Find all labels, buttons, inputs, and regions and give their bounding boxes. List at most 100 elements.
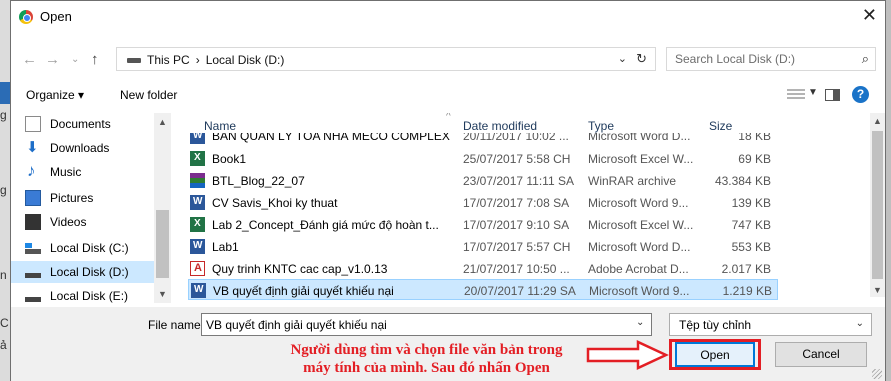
column-header-type[interactable]: Type — [588, 119, 614, 133]
close-icon[interactable]: ✕ — [862, 5, 877, 26]
background-text: n — [0, 268, 7, 282]
view-chevron-down-icon[interactable]: ▼ — [808, 87, 818, 98]
excel-file-icon — [190, 151, 205, 166]
file-size: 139 KB — [731, 196, 771, 210]
file-type-value: Tệp tùy chỉnh — [679, 318, 752, 332]
refresh-icon[interactable]: ↻ — [636, 51, 647, 67]
file-name: Lab1 — [212, 240, 239, 254]
file-date: 25/07/2017 5:58 CH — [463, 152, 571, 166]
column-header-name[interactable]: Name — [204, 119, 236, 133]
breadcrumb: This PC › Local Disk (D:) — [147, 53, 290, 67]
file-row[interactable]: CV Savis_Khoi ky thuat 17/07/2017 7:08 S… — [188, 192, 778, 213]
file-name: VB quyết định giải quyết khiếu nại — [213, 284, 394, 298]
help-icon[interactable]: ? — [852, 86, 869, 103]
scroll-down-icon[interactable]: ▼ — [158, 289, 167, 299]
scroll-up-icon[interactable]: ▲ — [158, 117, 167, 127]
file-name: Quy trinh KNTC cac cap_v1.0.13 — [212, 262, 388, 276]
scroll-down-icon[interactable]: ▼ — [873, 285, 882, 295]
back-arrow-icon[interactable]: ← — [22, 51, 37, 68]
title-bar[interactable]: Open ✕ — [11, 1, 885, 31]
scrollbar-thumb[interactable] — [872, 131, 883, 279]
chevron-down-icon[interactable]: ⌄ — [636, 317, 644, 328]
breadcrumb-local-disk-d[interactable]: Local Disk (D:) — [206, 53, 285, 67]
file-date: 20/11/2017 10:02 ... — [463, 133, 569, 143]
file-date: 20/07/2017 11:29 SA — [464, 284, 576, 298]
up-arrow-icon[interactable]: ↑ — [91, 51, 99, 68]
annotation-arrow — [586, 340, 669, 370]
file-size: 747 KB — [731, 218, 771, 232]
background-text: g — [0, 108, 7, 122]
drive-icon — [25, 264, 41, 280]
open-dialog: Open ✕ ← → ⌄ ↑ This PC › Local Disk (D:) ⌄… — [10, 0, 886, 381]
sidebar-item-videos[interactable]: Videos — [11, 211, 155, 233]
sidebar-item-local-disk-c[interactable]: Local Disk (C:) — [11, 237, 155, 259]
file-row-selected[interactable]: VB quyết định giải quyết khiếu nại 20/07… — [188, 279, 778, 300]
excel-file-icon — [190, 217, 205, 232]
address-bar[interactable]: This PC › Local Disk (D:) ⌄ ↻ — [116, 47, 656, 71]
background-accent — [0, 82, 10, 104]
background-text: C — [0, 316, 9, 330]
file-date: 21/07/2017 10:50 ... — [463, 262, 570, 276]
music-icon — [25, 161, 41, 181]
file-list: ^ Name Date modified Type Size BAN QUẢN … — [176, 113, 885, 303]
file-name: BAN QUẢN LÝ TÒA NHÀ MECO COMPLEX — [212, 133, 450, 143]
file-name-label: File name: — [148, 318, 205, 332]
scrollbar-thumb[interactable] — [156, 210, 169, 278]
breadcrumb-this-pc[interactable]: This PC — [147, 53, 190, 67]
navigation-scrollbar[interactable]: ▲ ▼ — [154, 113, 171, 303]
winrar-file-icon — [190, 173, 205, 188]
new-folder-button[interactable]: New folder — [120, 88, 177, 102]
drive-icon — [25, 288, 41, 303]
file-row[interactable]: Book1 25/07/2017 5:58 CH Microsoft Excel… — [188, 148, 778, 169]
file-row[interactable]: BAN QUẢN LÝ TÒA NHÀ MECO COMPLEX 20/11/2… — [188, 133, 778, 144]
cancel-button[interactable]: Cancel — [775, 342, 867, 367]
background-text: g — [0, 183, 7, 197]
file-row[interactable]: BTL_Blog_22_07 23/07/2017 11:11 SA WinRA… — [188, 170, 778, 191]
file-name-input[interactable] — [201, 313, 652, 336]
instruction-annotation: Người dùng tìm và chọn file văn bản tron… — [254, 341, 599, 377]
forward-arrow-icon[interactable]: → — [45, 51, 60, 68]
search-input[interactable] — [675, 52, 845, 66]
sidebar-item-local-disk-d[interactable]: Local Disk (D:) — [11, 261, 155, 283]
organize-button[interactable]: Organize ▾ — [26, 88, 84, 102]
sidebar-item-music[interactable]: Music — [11, 161, 155, 183]
navigation-pane: Documents Downloads Music Pictures Video… — [11, 113, 172, 303]
chevron-down-icon: ⌄ — [855, 318, 864, 329]
file-row[interactable]: Quy trinh KNTC cac cap_v1.0.13 21/07/201… — [188, 258, 778, 279]
file-type-select[interactable]: Tệp tùy chỉnh ⌄ — [669, 313, 872, 336]
open-button[interactable]: Open — [675, 342, 755, 367]
file-name: Lab 2_Concept_Đánh giá mức độ hoàn t... — [212, 218, 439, 232]
file-date: 17/07/2017 9:10 SA — [463, 218, 570, 232]
sidebar-item-label: Local Disk (E:) — [50, 289, 129, 303]
column-header-date[interactable]: Date modified — [463, 119, 537, 133]
search-box[interactable]: ⌕ — [666, 47, 876, 71]
file-row[interactable]: Lab1 17/07/2017 5:57 CH Microsoft Word D… — [188, 236, 778, 257]
file-list-scrollbar[interactable]: ▲ ▼ — [870, 113, 885, 297]
sidebar-item-downloads[interactable]: Downloads — [11, 137, 155, 159]
annotation-line: máy tính của mình. Sau đó nhấn Open — [303, 360, 550, 376]
recent-locations-chevron-icon[interactable]: ⌄ — [71, 54, 79, 65]
background-window-edge-right — [886, 0, 891, 381]
scroll-up-icon[interactable]: ▲ — [873, 116, 882, 126]
sidebar-item-documents[interactable]: Documents — [11, 113, 155, 135]
chrome-icon — [19, 10, 33, 24]
file-type: Microsoft Excel W... — [588, 218, 694, 232]
preview-pane-icon[interactable] — [825, 89, 840, 101]
file-size: 553 KB — [731, 240, 771, 254]
file-date: 23/07/2017 11:11 SA — [463, 174, 574, 188]
file-date: 17/07/2017 5:57 CH — [463, 240, 571, 254]
search-icon[interactable]: ⌕ — [862, 51, 869, 67]
chevron-down-icon[interactable]: ⌄ — [618, 52, 627, 65]
dialog-footer: File name: ⌄ Tệp tùy chỉnh ⌄ Người dùng … — [11, 307, 885, 381]
sidebar-item-label: Local Disk (D:) — [50, 265, 129, 279]
file-row[interactable]: Lab 2_Concept_Đánh giá mức độ hoàn t... … — [188, 214, 778, 235]
word-file-icon — [190, 133, 205, 144]
resize-grip-icon[interactable] — [872, 369, 882, 379]
view-options-icon[interactable] — [787, 89, 805, 100]
sidebar-item-local-disk-e[interactable]: Local Disk (E:) — [11, 285, 155, 303]
annotation-line: Người dùng tìm và chọn file văn bản tron… — [290, 342, 563, 358]
column-header-size[interactable]: Size — [709, 119, 732, 133]
sidebar-item-pictures[interactable]: Pictures — [11, 187, 155, 209]
dialog-title: Open — [40, 9, 72, 24]
breadcrumb-separator[interactable]: › — [196, 53, 200, 67]
